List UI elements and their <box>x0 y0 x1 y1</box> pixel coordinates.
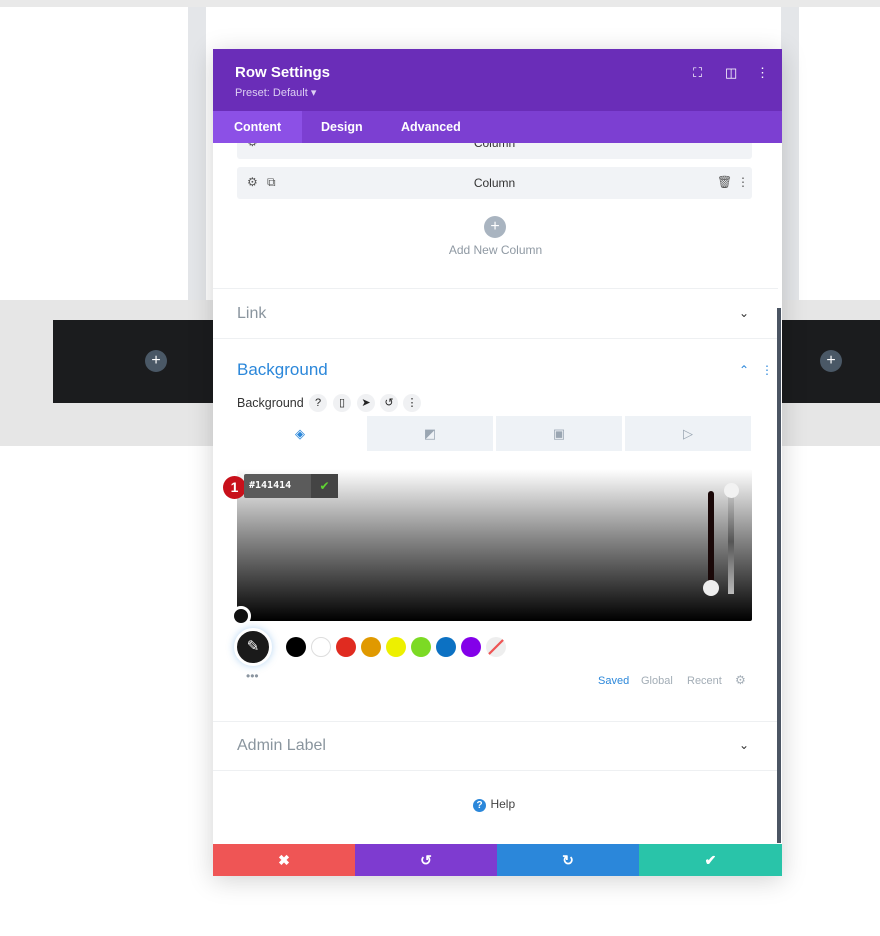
tab-content[interactable]: Content <box>213 111 303 143</box>
link-section[interactable]: Link ⌄ <box>213 288 778 338</box>
background-label: Background <box>237 396 304 410</box>
admin-label-section[interactable]: Admin Label ⌄ <box>213 721 778 771</box>
palette-tab-recent[interactable]: Recent <box>687 675 722 687</box>
undo-button[interactable]: ↺ <box>355 844 497 876</box>
more-icon[interactable]: ⋮ <box>737 175 749 189</box>
more-icon[interactable]: ⋮ <box>756 65 769 81</box>
gradient-tab-icon[interactable]: ◩ <box>367 416 493 451</box>
chevron-down-icon[interactable]: ⌄ <box>739 738 749 752</box>
divider <box>213 770 778 771</box>
save-button[interactable]: ✔ <box>639 844 782 876</box>
chevron-down-icon[interactable]: ⌄ <box>739 306 749 320</box>
check-icon[interactable]: ✔ <box>311 474 338 498</box>
eyedropper-icon[interactable]: ✎ <box>234 628 272 666</box>
swatch-orange[interactable] <box>361 637 381 657</box>
divider <box>213 338 778 339</box>
help-icon: ? <box>473 799 486 812</box>
preset-dropdown[interactable]: Preset: Default ▾ <box>235 86 316 99</box>
swatch-transparent-icon[interactable] <box>486 637 506 657</box>
gutter <box>188 7 206 300</box>
column-item[interactable]: ⚙ ⧉ Column 🗑 ⋮ <box>237 167 752 199</box>
swatch-purple[interactable] <box>461 637 481 657</box>
gutter <box>781 7 799 300</box>
mobile-icon[interactable]: ▯ <box>333 394 351 412</box>
palette-tab-saved[interactable]: Saved <box>598 675 629 687</box>
swatch-blue[interactable] <box>436 637 456 657</box>
hex-input-wrap: #141414 ✔ <box>244 474 338 498</box>
swatch-white[interactable] <box>311 637 331 657</box>
add-column-button[interactable]: Add New Column <box>213 243 778 257</box>
step-badge: 1 <box>223 476 246 499</box>
video-tab-icon[interactable]: ▷ <box>625 416 751 451</box>
palette-tab-global[interactable]: Global <box>641 675 673 687</box>
add-module-plus-icon[interactable]: + <box>145 350 167 372</box>
add-column-plus-icon[interactable]: + <box>484 216 506 238</box>
swatch-black[interactable] <box>286 637 306 657</box>
swatch-red[interactable] <box>336 637 356 657</box>
modal-tabs: Content Design Advanced <box>213 111 782 143</box>
more-dots-icon[interactable]: ••• <box>246 669 259 683</box>
top-bar <box>0 0 880 7</box>
redo-button[interactable]: ↻ <box>497 844 639 876</box>
tab-design[interactable]: Design <box>300 111 384 143</box>
reset-icon[interactable]: ↺ <box>380 394 398 412</box>
hex-input[interactable]: #141414 <box>249 480 291 491</box>
opacity-slider-handle[interactable] <box>724 483 739 498</box>
help-button[interactable]: ? Help <box>473 795 515 813</box>
background-section-title[interactable]: Background <box>237 360 328 380</box>
swatch-green[interactable] <box>411 637 431 657</box>
hue-slider[interactable] <box>708 491 714 591</box>
row-settings-modal: ⚙ Column ⚙ ⧉ Column 🗑 ⋮ + Add New Column… <box>213 49 782 876</box>
cursor-icon[interactable]: ➤ <box>357 394 375 412</box>
hue-slider-handle[interactable] <box>703 580 719 596</box>
scrollbar[interactable] <box>777 308 781 843</box>
add-module-plus-icon[interactable]: + <box>820 350 842 372</box>
gear-icon[interactable]: ⚙ <box>735 673 746 687</box>
swatch-yellow[interactable] <box>386 637 406 657</box>
tab-advanced[interactable]: Advanced <box>380 111 482 143</box>
more-icon[interactable]: ⋮ <box>761 363 773 377</box>
modal-header: Row Settings Preset: Default ▾ ⛶ ◫ ⋮ <box>213 49 782 111</box>
trash-icon[interactable]: 🗑 <box>717 175 732 189</box>
color-tab-paint-bucket-icon[interactable]: ◈ <box>237 416 363 451</box>
help-icon[interactable]: ? <box>309 394 327 412</box>
split-view-icon[interactable]: ◫ <box>725 65 737 81</box>
fullscreen-icon[interactable]: ⛶ <box>693 65 702 81</box>
cancel-button[interactable]: ✖ <box>213 844 355 876</box>
opacity-slider[interactable] <box>728 489 734 594</box>
more-icon[interactable]: ⋮ <box>403 394 421 412</box>
chevron-up-icon[interactable]: ⌃ <box>739 363 749 377</box>
image-tab-icon[interactable]: ▣ <box>496 416 622 451</box>
color-picker-handle[interactable] <box>231 606 251 626</box>
modal-title: Row Settings <box>235 64 331 81</box>
background-type-tabs: ◈ ◩ ▣ ▷ <box>237 416 752 451</box>
